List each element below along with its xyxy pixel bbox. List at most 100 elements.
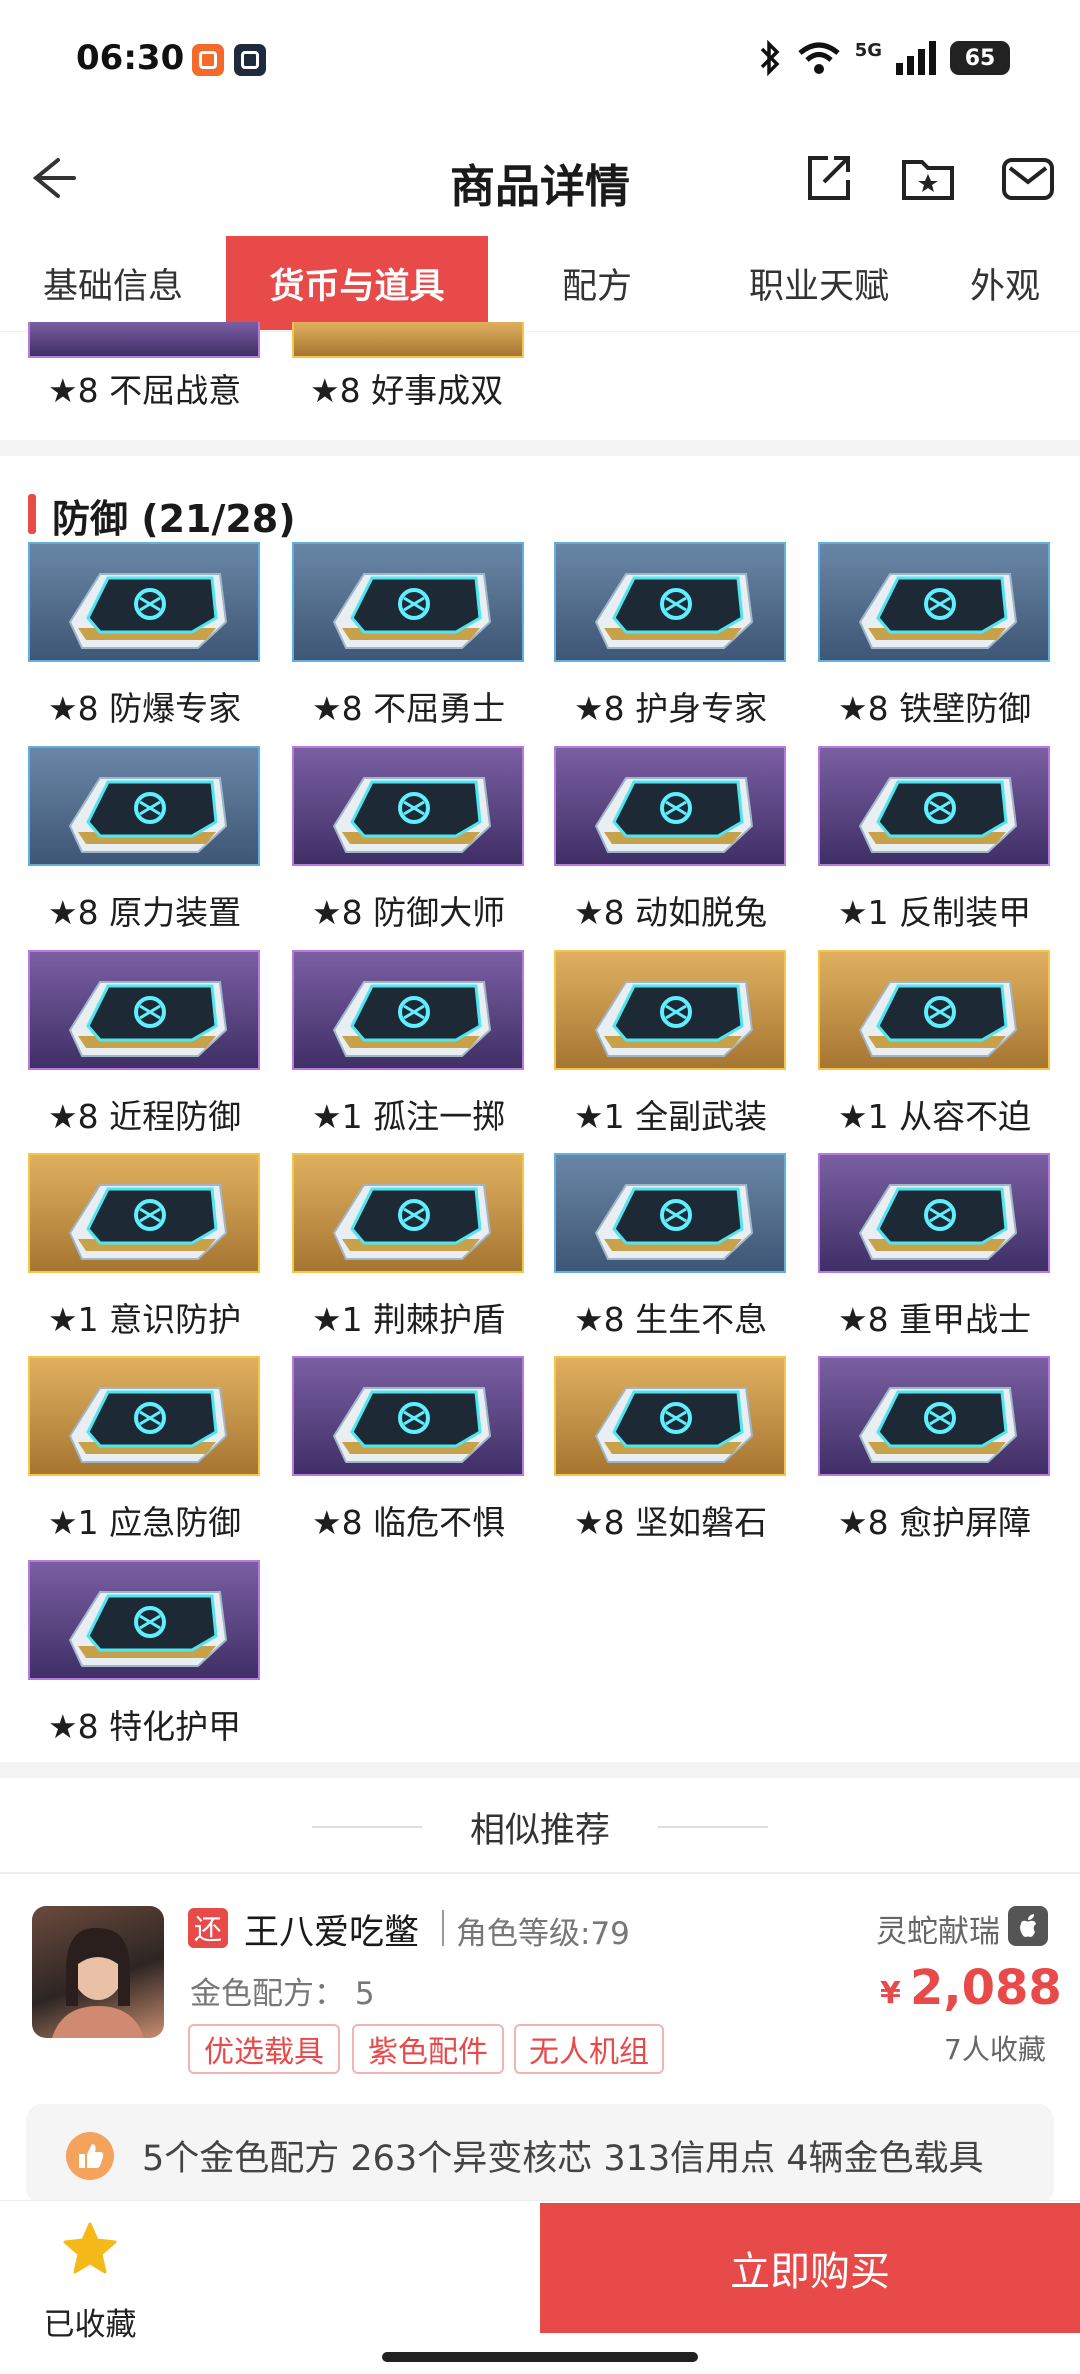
item-label: ★8 愈护屏障 xyxy=(838,1503,1032,1542)
hexshield-chip-icon xyxy=(594,981,754,1057)
listing-card[interactable]: 还 王八爱吃鳖 角色等级:79 金色配方： 5 优选载具 紫色配件 无人机组 灵… xyxy=(0,1876,1080,2086)
bottom-action-bar: 已收藏 立即购买 xyxy=(0,2200,1080,2374)
item-label: ★1 孤注一掷 xyxy=(312,1097,506,1136)
item-card-image xyxy=(818,1356,1050,1476)
item-label: ★8 重甲战士 xyxy=(838,1300,1032,1339)
burst-chip-icon xyxy=(332,1387,492,1463)
helmet-chip-icon xyxy=(332,573,492,649)
spiral-chip-icon xyxy=(332,777,492,853)
tab-career-talent[interactable]: 职业天赋 xyxy=(706,236,932,330)
favorite-label: 已收藏 xyxy=(43,2307,137,2343)
eye-chip-icon xyxy=(68,1591,228,1667)
network-label: 5G xyxy=(854,40,882,61)
item-card-image xyxy=(554,1356,786,1476)
hexguard-chip-icon xyxy=(858,981,1018,1057)
tag-pill: 优选载具 xyxy=(188,2024,340,2074)
dash-chip-icon xyxy=(594,777,754,853)
item-card-image xyxy=(818,746,1050,866)
divider xyxy=(0,1872,1080,1874)
item-card-image xyxy=(292,1356,524,1476)
section-divider xyxy=(0,440,1080,456)
item-label: ★8 临危不惧 xyxy=(312,1503,506,1542)
listing-description: 5个金色配方 263个异变核芯 313信用点 4辆金色载具 xyxy=(26,2104,1054,2204)
home-indicator xyxy=(382,2352,698,2362)
item-card-image xyxy=(554,1153,786,1273)
tag-pill: 无人机组 xyxy=(514,2024,664,2074)
item-card-image xyxy=(292,1153,524,1273)
item-label: ★8 好事成双 xyxy=(310,371,504,410)
axe-chip-icon xyxy=(594,1387,754,1463)
item-card-image xyxy=(292,322,524,358)
category-tabs: 基础信息 货币与道具 配方 职业天赋 外观 xyxy=(0,236,1080,332)
item-card-image xyxy=(818,1153,1050,1273)
item-label: ★8 铁壁防御 xyxy=(838,689,1032,728)
item-card-image xyxy=(28,322,260,358)
message-icon[interactable] xyxy=(998,148,1058,208)
item-label: ★8 动如脱兔 xyxy=(574,893,768,932)
listing-price: 2,088 xyxy=(910,1960,1062,2016)
item-card-image xyxy=(28,1560,260,1680)
item-card-image xyxy=(554,746,786,866)
tab-recipes[interactable]: 配方 xyxy=(488,236,706,330)
item-label: ★1 意识防护 xyxy=(48,1300,242,1339)
item-label: ★8 不屈勇士 xyxy=(312,689,506,728)
battery-icon: 65 xyxy=(950,41,1010,75)
recommend-title: 相似推荐 xyxy=(469,1811,610,1851)
character-level: 角色等级:79 xyxy=(456,1916,630,1952)
item-card-image xyxy=(554,950,786,1070)
status-icons: 5G 65 xyxy=(757,40,1010,76)
description-text: 5个金色配方 263个异变核芯 313信用点 4辆金色载具 xyxy=(142,2139,984,2179)
tab-appearance[interactable]: 外观 xyxy=(970,236,1080,330)
folder-star-icon[interactable] xyxy=(898,148,958,208)
star-icon xyxy=(63,2222,117,2274)
gold-recipe-count: 金色配方： 5 xyxy=(190,1976,375,2012)
item-card-image xyxy=(28,746,260,866)
app-notification-icon xyxy=(192,44,224,76)
item-label: ★8 坚如磐石 xyxy=(574,1503,768,1542)
item-label: ★8 防御大师 xyxy=(312,893,506,932)
server-name: 灵蛇献瑞 xyxy=(876,1914,1000,1950)
favorite-button[interactable]: 已收藏 xyxy=(30,2217,150,2347)
tab-currency-items[interactable]: 货币与道具 xyxy=(226,236,488,330)
item-label: ★8 生生不息 xyxy=(574,1300,768,1339)
wing-chip-icon xyxy=(594,1184,754,1260)
heart-chip-icon xyxy=(594,573,754,649)
section-accent-bar xyxy=(28,494,36,534)
favorite-count: 7人收藏 xyxy=(944,2033,1046,2066)
fist-chip-icon xyxy=(68,981,228,1057)
avatar xyxy=(32,1906,164,2038)
item-card-image xyxy=(28,542,260,662)
app-notification-icon-2 xyxy=(234,44,266,76)
tag-pill: 紫色配件 xyxy=(352,2024,504,2074)
target-chip-icon xyxy=(332,981,492,1057)
item-card-image xyxy=(28,1153,260,1273)
buy-now-button[interactable]: 立即购买 xyxy=(540,2203,1080,2333)
item-label: ★8 不屈战意 xyxy=(48,371,242,410)
chest-chip-icon xyxy=(858,1184,1018,1260)
item-label: ★8 近程防御 xyxy=(48,1097,242,1136)
bluetooth-icon xyxy=(760,40,780,76)
item-label: ★8 护身专家 xyxy=(574,689,768,728)
item-card-image xyxy=(818,950,1050,1070)
section-title: 防御 (21/28) xyxy=(52,497,296,541)
item-label: ★1 应急防御 xyxy=(48,1503,242,1542)
seller-name: 王八爱吃鳖 xyxy=(244,1913,420,1953)
status-time: 06:30 xyxy=(76,38,185,78)
item-label: ★1 反制装甲 xyxy=(838,893,1032,932)
return-tag: 还 xyxy=(188,1908,228,1948)
wifi-icon xyxy=(798,42,840,74)
shield2-chip-icon xyxy=(68,1387,228,1463)
item-card-image xyxy=(818,542,1050,662)
thumbs-up-icon xyxy=(66,2132,114,2180)
leaf-chip-icon xyxy=(858,1387,1018,1463)
share-icon[interactable] xyxy=(798,148,858,208)
armor-chip-icon xyxy=(858,777,1018,853)
item-card-image xyxy=(554,542,786,662)
item-card-image xyxy=(292,542,524,662)
item-card-image xyxy=(28,1356,260,1476)
item-label: ★1 从容不迫 xyxy=(838,1097,1032,1136)
lamp-chip-icon xyxy=(68,777,228,853)
item-label: ★8 防爆专家 xyxy=(48,689,242,728)
item-card-image xyxy=(292,746,524,866)
tab-basic-info[interactable]: 基础信息 xyxy=(0,236,226,330)
